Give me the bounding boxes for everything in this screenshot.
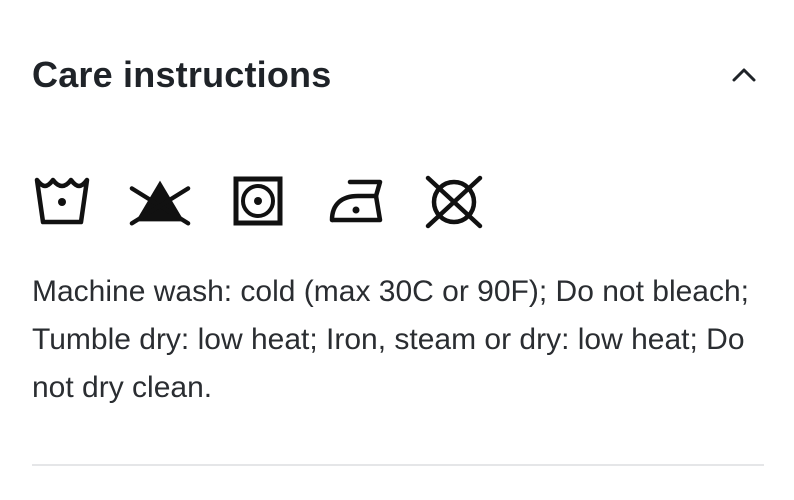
section-title: Care instructions: [32, 54, 332, 95]
section-divider: [32, 464, 764, 466]
iron-low-icon: [324, 173, 388, 231]
care-icons-row: [32, 172, 520, 232]
care-instructions-section: Care instructions Machine wash: cold (ma…: [32, 0, 764, 500]
machine-wash-cold-icon: [32, 173, 92, 231]
do-not-bleach-icon: [128, 173, 192, 231]
chevron-up-icon[interactable]: [724, 55, 764, 95]
do-not-dry-clean-icon: [422, 173, 486, 231]
tumble-dry-low-icon: [226, 173, 290, 231]
care-description: Machine wash: cold (max 30C or 90F); Do …: [32, 275, 749, 404]
care-instructions-header[interactable]: Care instructions: [32, 40, 764, 110]
